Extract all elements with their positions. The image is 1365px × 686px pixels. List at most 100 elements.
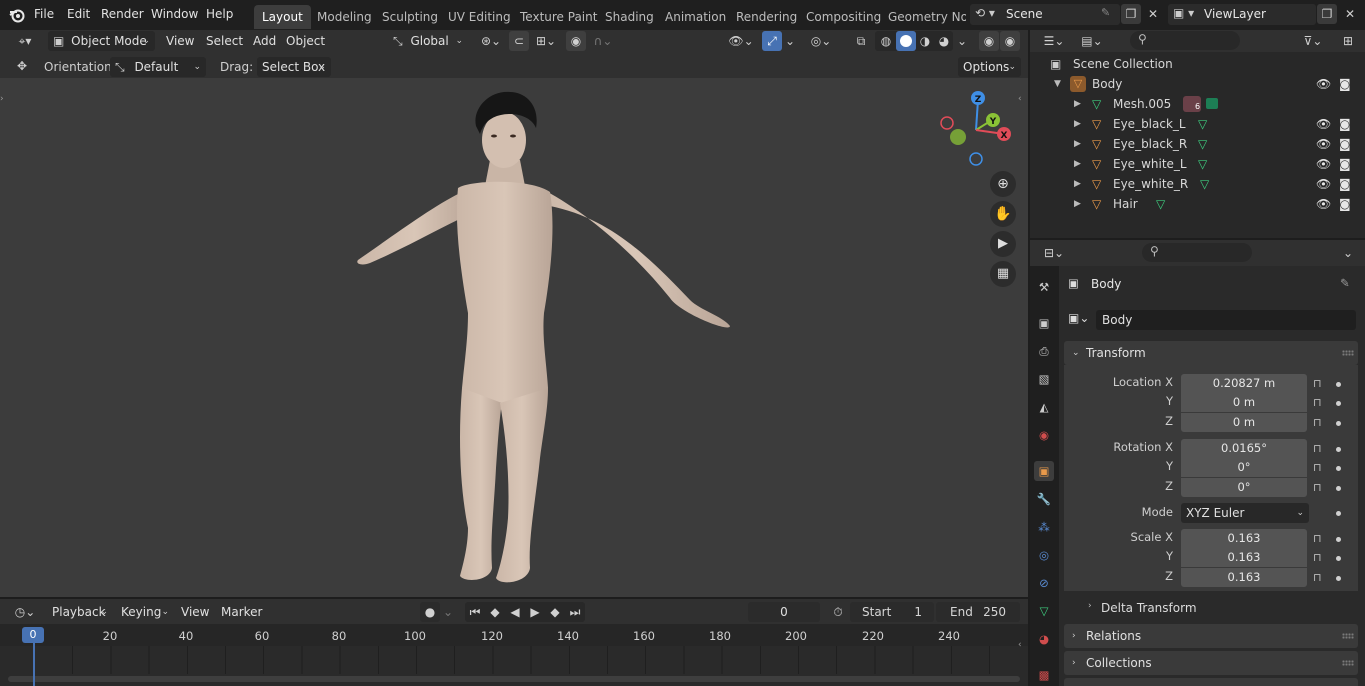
outliner-editor-icon[interactable]: ☰⌄ <box>1038 31 1070 51</box>
rotation-y-field[interactable]: 0° <box>1181 458 1307 477</box>
timeline-sidebar-arrow[interactable]: ‹ <box>1018 640 1022 650</box>
camera-icon[interactable]: ◙ <box>1339 114 1351 134</box>
object-tab-icon[interactable]: ▣ <box>1034 461 1054 481</box>
pan-hand-icon[interactable]: ✋ <box>990 201 1016 227</box>
editor-type-icon[interactable]: ⌖▾ <box>10 31 40 51</box>
keyframe-dot-icon[interactable] <box>1336 466 1341 471</box>
lock-icon[interactable]: ⊓ <box>1313 461 1327 475</box>
keyframe-dot-icon[interactable] <box>1336 401 1341 406</box>
overlays-icon[interactable]: ◎⌄ <box>806 31 836 51</box>
menu-render[interactable]: Render <box>101 7 144 21</box>
body-mesh[interactable] <box>350 88 740 588</box>
expand-arrow-icon[interactable]: ▶ <box>1074 154 1081 174</box>
delta-transform-subpanel[interactable]: › Delta Transform <box>1076 598 1358 620</box>
properties-editor-icon[interactable]: ⊟⌄ <box>1038 243 1070 263</box>
keyframe-dot-icon[interactable] <box>1336 537 1341 542</box>
camera-icon[interactable]: ◙ <box>1339 154 1351 174</box>
keyframe-dot-icon[interactable] <box>1336 486 1341 491</box>
eye-icon[interactable]: 👁 <box>1316 154 1331 174</box>
camera-icon[interactable]: ◙ <box>1339 174 1351 194</box>
collections-panel-header[interactable]: › Collections <box>1064 651 1358 675</box>
properties-options-icon[interactable]: ⌄ <box>1338 243 1358 263</box>
move-tool-icon[interactable]: ✥ <box>12 56 32 76</box>
eye-icon[interactable]: 👁 <box>1316 74 1331 94</box>
keyframe-dot-icon[interactable] <box>1336 447 1341 452</box>
transform-panel-header[interactable]: ⌄ Transform <box>1064 341 1358 365</box>
tool-tab-icon[interactable]: ⚒ <box>1034 277 1054 297</box>
play-reverse-icon[interactable]: ◀ <box>505 602 525 622</box>
shading-options-icon[interactable]: ⌄ <box>954 31 970 51</box>
prev-keyframe-icon[interactable]: ◆ <box>485 602 505 622</box>
keyframe-dot-icon[interactable] <box>1336 511 1341 516</box>
tab-compositing[interactable]: Compositing <box>798 5 889 29</box>
pin-icon[interactable]: ✎ <box>1340 276 1350 290</box>
menu-window[interactable]: Window <box>151 7 198 21</box>
zoom-icon[interactable]: ⊕ <box>990 171 1016 197</box>
start-frame-field[interactable]: Start 1 <box>850 602 934 622</box>
camera-icon[interactable]: ◙ <box>1339 134 1351 154</box>
perspective-grid-icon[interactable]: ▦ <box>990 261 1016 287</box>
tab-geometry-nodes[interactable]: Geometry Noc <box>880 5 966 29</box>
scene-collection-row[interactable]: ▣ Scene Collection <box>1030 54 1365 74</box>
outliner-row-eye-black-l[interactable]: ▶ ▽ Eye_black_L ▽ 👁 ◙ <box>1030 114 1365 134</box>
snap-target-icon[interactable]: ⊞⌄ <box>532 31 560 51</box>
material-tab-icon[interactable]: ◕ <box>1034 629 1054 649</box>
outliner-row-body[interactable]: ▼ ▽ Body 👁 ◙ <box>1030 74 1365 94</box>
relations-panel-header[interactable]: › Relations <box>1064 624 1358 648</box>
3d-viewport[interactable]: › ‹ Z Y X ⊕ ✋ ▶ ▦ <box>0 78 1028 597</box>
rotation-mode-dropdown[interactable]: XYZ Euler ⌄ <box>1181 503 1309 523</box>
new-view-layer-icon[interactable]: ❐ <box>1317 4 1337 24</box>
record-keyframe-icon[interactable]: ● <box>420 602 440 622</box>
panel-grip-icon[interactable] <box>1342 660 1354 666</box>
constraints-tab-icon[interactable]: ⊘ <box>1034 573 1054 593</box>
location-y-field[interactable]: 0 m <box>1181 393 1307 412</box>
tab-modeling[interactable]: Modeling <box>309 5 380 29</box>
menu-object[interactable]: Object <box>281 31 330 51</box>
object-datablock[interactable]: ▣⌄ Body <box>1066 310 1358 331</box>
stopwatch-icon[interactable]: ⏱ <box>828 602 848 622</box>
new-collection-icon[interactable]: ⊞ <box>1338 31 1358 51</box>
playhead-frame-badge[interactable]: 0 <box>22 627 44 643</box>
solid-shading-icon[interactable] <box>896 31 916 51</box>
toolbar-expand-arrow[interactable]: › <box>0 94 4 104</box>
rendered-shading-icon[interactable]: ◕ <box>934 31 954 51</box>
particles-tab-icon[interactable]: ⁂ <box>1034 517 1054 537</box>
outliner-row-eye-white-r[interactable]: ▶ ▽ Eye_white_R ▽ 👁 ◙ <box>1030 174 1365 194</box>
jump-end-icon[interactable]: ⏭ <box>565 602 585 622</box>
menu-view[interactable]: View <box>161 31 199 51</box>
expand-arrow-icon[interactable]: ▶ <box>1074 174 1081 194</box>
mode-dropdown[interactable]: ▣ Object Mode ⌄ <box>48 31 155 51</box>
panel-grip-icon[interactable] <box>1342 633 1354 639</box>
expand-arrow-icon[interactable]: ▼ <box>1054 74 1061 94</box>
new-scene-icon[interactable]: ❐ <box>1121 4 1141 24</box>
eye-icon[interactable]: 👁 <box>1316 134 1331 154</box>
pivot-point-icon[interactable]: ⊛⌄ <box>476 31 506 51</box>
view-layer-tab-icon[interactable]: ▧ <box>1034 369 1054 389</box>
expand-arrow-icon[interactable]: ▶ <box>1074 114 1081 134</box>
modifier-tab-icon[interactable]: 🔧 <box>1034 489 1054 509</box>
snap-icon[interactable]: ⊂ <box>509 31 529 51</box>
data-tab-icon[interactable]: ▽ <box>1034 601 1054 621</box>
sidebar-expand-arrow[interactable]: ‹ <box>1018 94 1022 104</box>
camera-icon[interactable]: ◙ <box>1339 74 1351 94</box>
editor-toggle-a-icon[interactable]: ◉ <box>979 31 999 51</box>
world-tab-icon[interactable]: ◉ <box>1034 425 1054 445</box>
keyframe-dot-icon[interactable] <box>1336 576 1341 581</box>
xray-icon[interactable]: ⧉ <box>851 31 871 51</box>
menu-edit[interactable]: Edit <box>67 7 90 21</box>
expand-arrow-icon[interactable]: ▶ <box>1074 134 1081 154</box>
tab-sculpting[interactable]: Sculpting <box>374 5 446 29</box>
keyframe-dot-icon[interactable] <box>1336 382 1341 387</box>
lock-icon[interactable]: ⊓ <box>1313 377 1327 391</box>
pin-icon[interactable]: ✎ <box>1101 6 1110 19</box>
tab-texture-paint[interactable]: Texture Paint <box>512 5 605 29</box>
delete-scene-icon[interactable]: ✕ <box>1143 4 1163 24</box>
drag-dropdown[interactable]: Select Box ⌄ <box>257 57 331 77</box>
view-layer-selector[interactable]: ▣ ▾ ViewLayer <box>1168 4 1316 25</box>
eye-icon[interactable]: 👁 <box>1316 174 1331 194</box>
panel-grip-icon[interactable] <box>1342 350 1354 356</box>
outliner-row-mesh005[interactable]: ▶ ▽ Mesh.005 6 <box>1030 94 1365 114</box>
lock-icon[interactable]: ⊓ <box>1313 442 1327 456</box>
lock-icon[interactable]: ⊓ <box>1313 396 1327 410</box>
end-frame-field[interactable]: End 250 <box>936 602 1020 622</box>
